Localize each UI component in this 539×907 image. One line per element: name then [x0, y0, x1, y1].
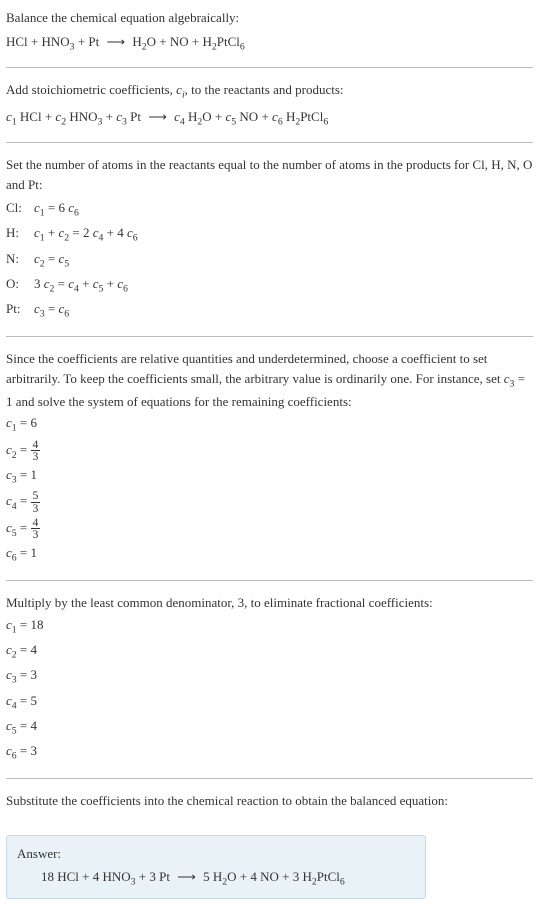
intro-text: Balance the chemical equation algebraica…	[6, 8, 533, 28]
atom-label: H:	[6, 223, 34, 243]
atom-eq: c3 = c6	[34, 299, 69, 322]
multiply-text: Multiply by the least common denominator…	[6, 593, 533, 613]
denominator: 3	[31, 529, 41, 541]
coef-row: c6 = 3	[6, 741, 533, 764]
final-section: Substitute the coefficients into the che…	[6, 791, 533, 823]
stoich-prefix: Add stoichiometric coefficients,	[6, 82, 176, 97]
coef-value: 18	[31, 617, 44, 632]
multiply-section: Multiply by the least common denominator…	[6, 593, 533, 779]
atoms-table: Cl: c1 = 6 c6 H: c1 + c2 = 2 c4 + 4 c6 N…	[6, 198, 533, 322]
fraction: 43	[31, 517, 41, 541]
coef-value: 4	[31, 642, 38, 657]
atom-row: N: c2 = c5	[6, 249, 533, 272]
stoich-equation: c1 HCl + c2 HNO3 + c3 Pt ⟶ c4 H2O + c5 N…	[6, 107, 533, 130]
answer-equation: 18 HCl + 4 HNO3 + 3 Pt ⟶ 5 H2O + 4 NO + …	[17, 867, 415, 890]
fraction: 43	[31, 439, 41, 463]
atom-eq: c1 = 6 c6	[34, 198, 79, 221]
coef-value: 1	[31, 545, 38, 560]
atom-row: Pt: c3 = c6	[6, 299, 533, 322]
coef-value: 4	[31, 718, 38, 733]
coef-value: 5	[31, 693, 38, 708]
atom-row: H: c1 + c2 = 2 c4 + 4 c6	[6, 223, 533, 246]
stoich-suffix: , to the reactants and products:	[185, 82, 344, 97]
coef-row: c5 = 43	[6, 517, 533, 541]
atom-label: N:	[6, 249, 34, 269]
atom-label: O:	[6, 274, 34, 294]
atom-eq: c2 = c5	[34, 249, 69, 272]
coef-row: c6 = 1	[6, 543, 533, 566]
atom-eq: c1 + c2 = 2 c4 + 4 c6	[34, 223, 138, 246]
coef-value: 3	[31, 667, 38, 682]
fraction: 53	[31, 490, 41, 514]
coef-row: c3 = 1	[6, 465, 533, 488]
final-text: Substitute the coefficients into the che…	[6, 791, 533, 811]
atom-row: Cl: c1 = 6 c6	[6, 198, 533, 221]
intro-section: Balance the chemical equation algebraica…	[6, 8, 533, 68]
stoich-section: Add stoichiometric coefficients, ci, to …	[6, 80, 533, 143]
coef-value: 1	[31, 467, 38, 482]
coef-row: c1 = 18	[6, 615, 533, 638]
atoms-section: Set the number of atoms in the reactants…	[6, 155, 533, 337]
coef-row: c4 = 53	[6, 490, 533, 514]
denominator: 3	[31, 451, 41, 463]
atom-label: Pt:	[6, 299, 34, 319]
coef-row: c1 = 6	[6, 413, 533, 436]
solve-text: Since the coefficients are relative quan…	[6, 349, 533, 411]
coef-value: 3	[31, 743, 38, 758]
coef-row: c2 = 43	[6, 439, 533, 463]
stoich-text: Add stoichiometric coefficients, ci, to …	[6, 80, 533, 103]
coef-row: c4 = 5	[6, 691, 533, 714]
coef-row: c3 = 3	[6, 665, 533, 688]
atom-label: Cl:	[6, 198, 34, 218]
stoich-var: ci	[176, 82, 185, 97]
atom-row: O: 3 c2 = c4 + c5 + c6	[6, 274, 533, 297]
atoms-text: Set the number of atoms in the reactants…	[6, 155, 533, 194]
intro-equation: HCl + HNO3 + Pt ⟶ H2O + NO + H2PtCl6	[6, 32, 533, 55]
answer-label: Answer:	[17, 844, 415, 864]
denominator: 3	[31, 503, 41, 515]
solve-section: Since the coefficients are relative quan…	[6, 349, 533, 581]
coef-row: c2 = 4	[6, 640, 533, 663]
coef-value: 6	[31, 415, 38, 430]
coef-row: c5 = 4	[6, 716, 533, 739]
atom-eq: 3 c2 = c4 + c5 + c6	[34, 274, 128, 297]
